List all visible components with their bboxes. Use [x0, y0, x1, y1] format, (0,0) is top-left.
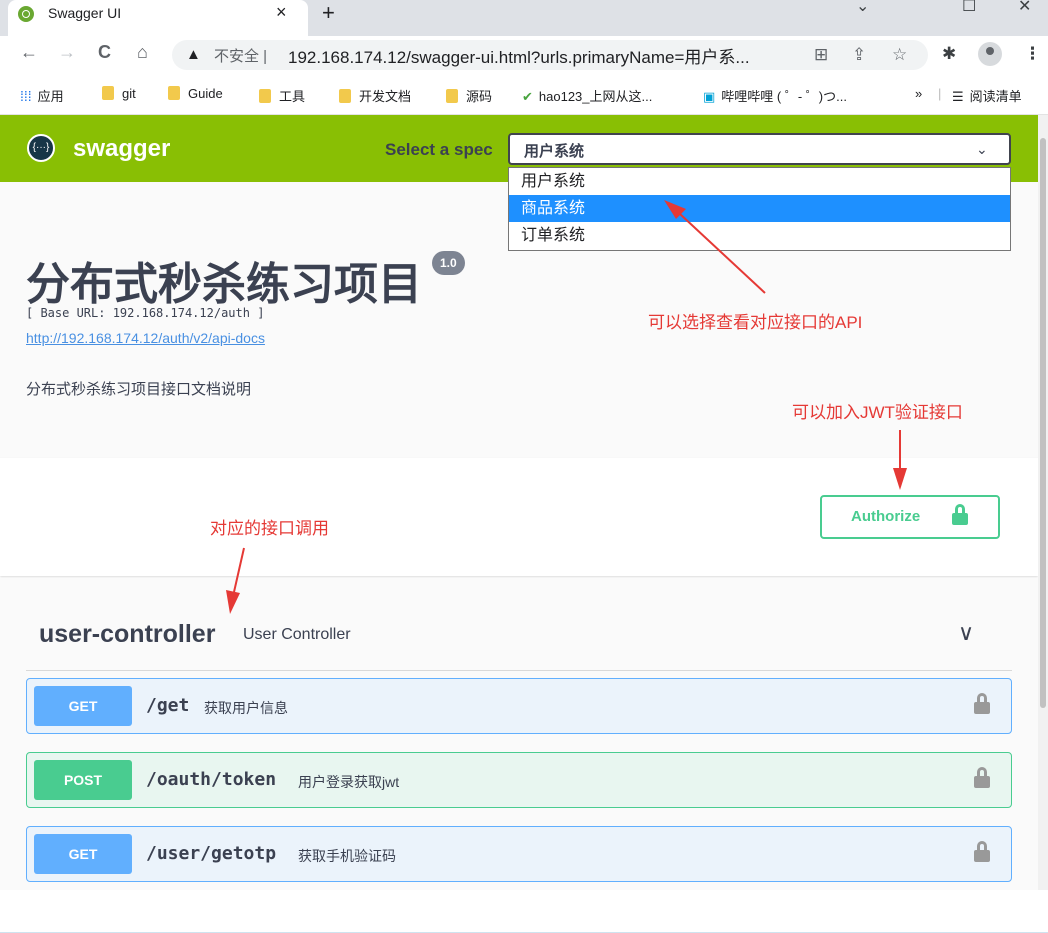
arrow-to-dropdown [664, 200, 766, 294]
arrow-to-operations [226, 547, 245, 614]
arrow-to-authorize [893, 430, 907, 490]
annotation-arrows [226, 200, 907, 614]
